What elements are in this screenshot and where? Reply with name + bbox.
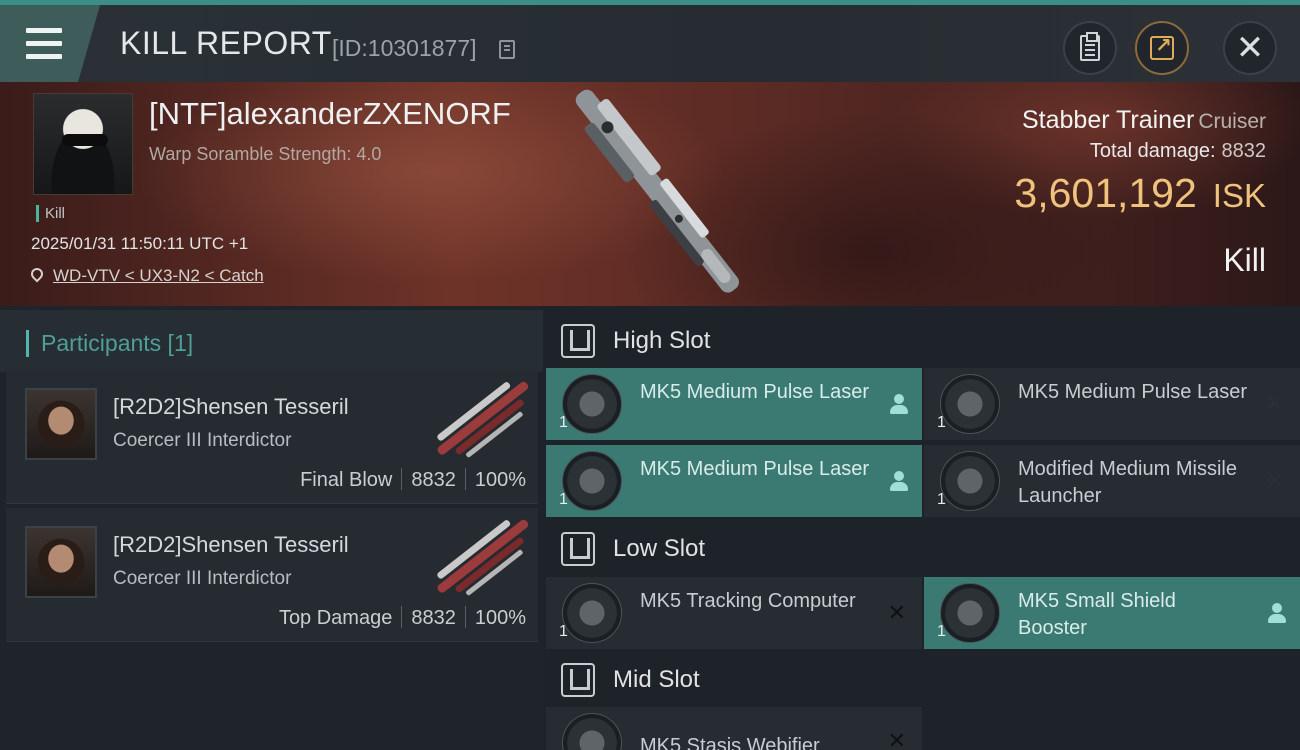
participant-damage: 8832 [411,607,456,629]
low-slot-icon [561,532,595,566]
pulse-laser-icon [562,451,622,511]
page-title: KILL REPORT [120,25,332,61]
missile-launcher-icon [940,451,1000,511]
item-count: 1 [559,414,568,431]
kill-tag: Kill [36,205,65,222]
close-icon: ✕ [1235,28,1265,68]
participant-ship: Coercer III Interdictor [113,568,292,589]
participant-percent: 100% [474,469,526,491]
destroyed-icon: ✕ [887,601,906,626]
victim-subtitle: Warp Soramble Strength: 4.0 [149,144,382,164]
victim-ship-image [575,89,739,293]
total-damage-value: 8832 [1221,140,1267,162]
kill-timestamp: 2025/01/31 11:50:11 UTC +1 [31,234,249,253]
participant-percent: 100% [474,607,526,629]
clipboard-button[interactable] [1063,21,1117,75]
participant-stats: Final Blow 8832 100% [300,468,526,492]
participant-stats: Top Damage 8832 100% [279,606,526,630]
fittings-panel: High Slot 1 MK5 Medium Pulse Laser 1 MK5… [543,306,1300,750]
total-damage: Total damage: 8832 [1090,140,1266,163]
participant-avatar[interactable] [25,388,97,460]
person-icon [890,394,908,414]
clipboard-icon [1080,32,1100,61]
high-slot-title: High Slot [613,327,711,354]
item-count: 1 [937,623,946,640]
close-button[interactable]: ✕ [1223,21,1277,75]
isk-value: 3,601,192 [1014,170,1197,216]
ship-name-row: Stabber Trainer Cruiser [1022,106,1266,135]
participant-row[interactable]: [R2D2]Shensen Tesseril Coercer III Inter… [6,508,538,642]
item-name: MK5 Stasis Webifier [640,735,820,750]
copy-icon[interactable] [499,40,515,59]
victim-avatar[interactable] [33,93,133,195]
pulse-laser-icon [940,374,1000,434]
isk-value-row: 3,601,192 ISK [1014,170,1266,217]
item-count: 1 [559,623,568,640]
participant-name: [R2D2]Shensen Tesseril [113,394,349,419]
participants-panel: Participants [1] [R2D2]Shensen Tesseril … [0,306,543,750]
victim-name[interactable]: [NTF]alexanderZXENORF [149,96,511,132]
fitting-item[interactable]: 1 MK5 Small Shield Booster [924,577,1300,649]
item-count: 1 [937,491,946,508]
destroyed-icon: ✕ [1265,392,1284,417]
high-slot-icon [561,324,595,358]
menu-button[interactable] [0,5,100,82]
item-name: MK5 Small Shield Booster [1018,590,1176,639]
participant-ship: Coercer III Interdictor [113,430,292,451]
item-name: MK5 Tracking Computer [640,590,856,612]
item-count: 1 [937,414,946,431]
destroyed-icon: ✕ [887,729,906,750]
ship-class: Cruiser [1198,110,1266,133]
participants-title: Participants [1] [26,330,193,357]
participant-damage: 8832 [411,469,456,491]
fitting-item[interactable]: 1 Modified Medium Missile Launcher ✕ [924,445,1300,517]
victim-banner: [NTF]alexanderZXENORF Warp Soramble Stre… [0,82,1300,306]
stasis-webifier-icon [562,713,622,750]
report-id: [ID:10301877] [332,35,477,61]
kill-location-link[interactable]: WD-VTV < UX3-N2 < Catch [28,265,264,286]
location-text[interactable]: WD-VTV < UX3-N2 < Catch [53,266,264,285]
person-icon [1268,603,1286,623]
item-count: 1 [559,491,568,508]
item-name: MK5 Medium Pulse Laser [1018,381,1247,403]
share-icon [1150,33,1174,60]
low-slot-title: Low Slot [613,535,706,562]
item-name: MK5 Medium Pulse Laser [640,458,869,480]
isk-unit: ISK [1212,177,1266,214]
mid-slot-title: Mid Slot [613,666,700,693]
total-damage-label: Total damage: [1089,140,1216,162]
fitting-item[interactable]: 1 MK5 Tracking Computer ✕ [546,577,922,649]
fitting-item[interactable]: 1 MK5 Medium Pulse Laser [546,445,922,517]
tracking-computer-icon [562,583,622,643]
item-name: MK5 Medium Pulse Laser [640,381,869,403]
participant-row[interactable]: [R2D2]Shensen Tesseril Coercer III Inter… [6,370,538,504]
participant-ship-image [437,381,529,458]
mid-slot-header: Mid Slot [543,649,1300,711]
person-icon [890,471,908,491]
participant-role: Final Blow [300,469,393,491]
destroyed-icon: ✕ [1265,469,1284,494]
shield-booster-icon [940,583,1000,643]
fitting-item[interactable]: 1 MK5 Medium Pulse Laser [546,368,922,440]
participant-ship-image [437,519,529,596]
result-label: Kill [1223,242,1266,278]
menu-icon [26,24,62,63]
share-button[interactable] [1135,21,1189,75]
participant-name: [R2D2]Shensen Tesseril [113,532,349,557]
location-pin-icon [28,265,46,283]
title-bar: KILL REPORT [ID:10301877] ✕ [0,0,1300,82]
participant-avatar[interactable] [25,526,97,598]
participants-header: Participants [1] [0,310,543,372]
fitting-item[interactable]: 1 MK5 Medium Pulse Laser ✕ [924,368,1300,440]
participant-role: Top Damage [278,607,393,629]
item-name: Modified Medium Missile Launcher [1018,458,1237,507]
low-slot-header: Low Slot [543,518,1300,580]
high-slot-header: High Slot [543,310,1300,372]
fitting-item[interactable]: MK5 Stasis Webifier ✕ [546,707,922,750]
ship-name[interactable]: Stabber Trainer [1022,106,1194,134]
mid-slot-icon [561,663,595,697]
pulse-laser-icon [562,374,622,434]
